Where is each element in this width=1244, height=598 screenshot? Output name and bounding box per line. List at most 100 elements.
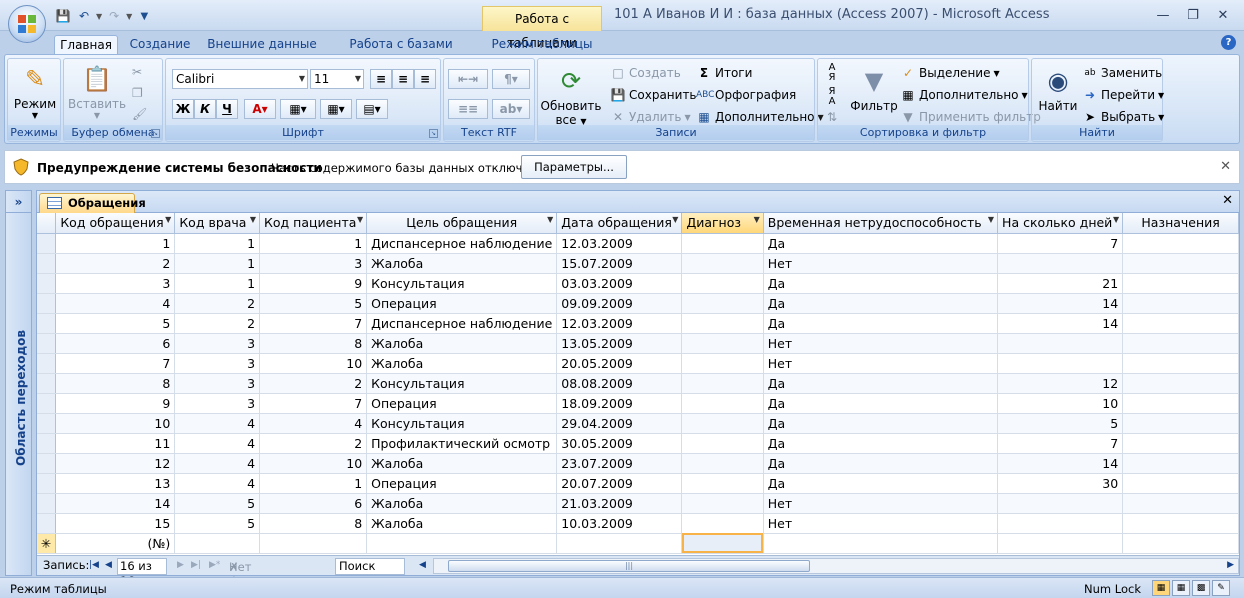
goto-button[interactable]: ➜ Перейти ▼	[1082, 87, 1164, 103]
table-cell[interactable]	[1122, 233, 1239, 254]
table-cell[interactable]	[681, 473, 764, 494]
delete-record-button[interactable]: ✕ Удалить ▼	[610, 109, 691, 125]
save-icon[interactable]: 💾	[54, 7, 72, 25]
table-cell[interactable]: 4	[174, 453, 261, 474]
table-cell[interactable]	[1122, 493, 1239, 514]
find-button[interactable]: ◉ Найти	[1036, 65, 1080, 113]
cut-icon[interactable]: ✂	[132, 65, 142, 79]
tab-database-tools[interactable]: Работа с базами данных	[328, 35, 474, 69]
row-selector[interactable]	[37, 273, 57, 294]
align-left-icon[interactable]: ≡	[370, 69, 392, 89]
table-cell[interactable]: 9	[55, 393, 176, 414]
column-header[interactable]: Код врача ▼	[174, 213, 261, 234]
table-cell[interactable]	[681, 373, 764, 394]
table-cell[interactable]: 14	[55, 493, 176, 514]
table-cell[interactable]: 5	[174, 513, 261, 534]
sort-ascending-icon[interactable]: AЯ	[824, 63, 840, 83]
bullets-icon[interactable]: ≡≡	[448, 99, 488, 119]
row-selector[interactable]	[37, 373, 57, 394]
font-size-combo[interactable]: 11 ▼	[310, 69, 364, 89]
table-cell[interactable]: 5	[259, 293, 368, 314]
table-cell[interactable]: Да	[763, 473, 999, 494]
table-cell[interactable]: Да	[763, 433, 999, 454]
table-cell[interactable]: 6	[55, 333, 176, 354]
table-cell[interactable]	[997, 253, 1124, 274]
table-row[interactable]: 6 3 8 Жалоба 13.05.2009 Нет	[37, 333, 1239, 354]
table-cell[interactable]: Профилактический осмотр	[366, 433, 558, 454]
table-cell[interactable]	[681, 313, 764, 334]
table-cell[interactable]: 08.08.2009	[556, 373, 683, 394]
table-cell[interactable]: Операция	[366, 393, 558, 414]
expand-pane-icon[interactable]: »	[6, 191, 31, 213]
table-cell[interactable]: 10	[259, 453, 368, 474]
table-cell[interactable]: 4	[259, 413, 368, 434]
table-cell[interactable]	[1122, 533, 1239, 554]
table-cell[interactable]: Консультация	[366, 273, 558, 294]
table-cell[interactable]	[681, 513, 764, 534]
navigation-pane-label[interactable]: Область переходов	[14, 323, 28, 473]
table-cell[interactable]: Операция	[366, 293, 558, 314]
column-header[interactable]: Диагноз ▼	[681, 213, 764, 234]
row-selector[interactable]	[37, 513, 57, 534]
column-header[interactable]: Назначения	[1122, 213, 1239, 234]
copy-icon[interactable]: ❐	[132, 86, 143, 100]
chevron-down-icon[interactable]: ▼	[1113, 215, 1119, 224]
row-selector[interactable]	[37, 253, 57, 274]
clear-sort-icon[interactable]: ⇅	[824, 109, 840, 125]
table-cell[interactable]: 10	[997, 393, 1124, 414]
table-cell[interactable]: 5	[997, 413, 1124, 434]
spelling-button[interactable]: ABC Орфография	[696, 87, 796, 103]
table-cell[interactable]: 14	[997, 313, 1124, 334]
column-header[interactable]: Код пациента ▼	[259, 213, 368, 234]
first-record-icon[interactable]: |◀	[89, 560, 99, 570]
table-cell[interactable]	[366, 533, 558, 554]
table-cell[interactable]: 2	[259, 373, 368, 394]
minimize-icon[interactable]: —	[1148, 4, 1178, 26]
chevron-down-icon[interactable]: ▼	[672, 215, 678, 224]
font-launcher-icon[interactable]: ↘	[429, 129, 438, 138]
table-cell[interactable]: 2	[55, 253, 176, 274]
chevron-down-icon[interactable]: ▼	[357, 215, 363, 224]
close-icon[interactable]: ✕	[1208, 4, 1238, 26]
table-cell[interactable]: 29.04.2009	[556, 413, 683, 434]
table-cell[interactable]: Операция	[366, 473, 558, 494]
indent-icon[interactable]: ⇤⇥	[448, 69, 488, 89]
table-cell[interactable]	[681, 493, 764, 514]
table-cell[interactable]: Консультация	[366, 373, 558, 394]
row-selector[interactable]	[37, 313, 57, 334]
table-row[interactable]: 5 2 7 Диспансерное наблюдение 12.03.2009 Да 14	[37, 313, 1239, 334]
pivot-chart-view-icon[interactable]: ▩	[1192, 580, 1210, 596]
undo-dropdown-icon[interactable]: ▼	[96, 12, 102, 21]
table-cell[interactable]	[681, 433, 764, 454]
new-record-row[interactable]: ✳ (№)	[37, 533, 1239, 554]
table-cell[interactable]: 11	[55, 433, 176, 454]
last-record-icon[interactable]: ▶|	[191, 560, 201, 570]
table-cell[interactable]	[259, 533, 368, 554]
table-cell[interactable]: Диспансерное наблюдение	[366, 233, 558, 254]
table-cell[interactable]	[997, 333, 1124, 354]
table-cell[interactable]: Да	[763, 313, 999, 334]
table-cell[interactable]: 1	[259, 473, 368, 494]
table-cell[interactable]: 1	[174, 253, 261, 274]
table-cell[interactable]: Да	[763, 413, 999, 434]
row-selector[interactable]	[37, 433, 57, 454]
table-cell[interactable]: 14	[997, 293, 1124, 314]
table-cell[interactable]	[1122, 373, 1239, 394]
table-cell[interactable]: 3	[174, 353, 261, 374]
align-center-icon[interactable]: ≡	[392, 69, 414, 89]
table-cell[interactable]: 1	[55, 233, 176, 254]
table-cell[interactable]: Да	[763, 373, 999, 394]
table-cell[interactable]: 3	[174, 393, 261, 414]
table-cell[interactable]	[997, 513, 1124, 534]
table-cell[interactable]: 4	[174, 473, 261, 494]
table-row[interactable]: 15 5 8 Жалоба 10.03.2009 Нет	[37, 513, 1239, 534]
table-cell[interactable]: Да	[763, 293, 999, 314]
table-cell[interactable]: Жалоба	[366, 333, 558, 354]
table-cell[interactable]: Жалоба	[366, 253, 558, 274]
new-record-button[interactable]: □ Создать	[610, 65, 681, 81]
row-selector[interactable]	[37, 493, 57, 514]
undo-icon[interactable]: ↶	[75, 7, 93, 25]
table-cell[interactable]	[556, 533, 683, 554]
table-cell[interactable]: 2	[174, 313, 261, 334]
table-row[interactable]: 9 3 7 Операция 18.09.2009 Да 10	[37, 393, 1239, 414]
